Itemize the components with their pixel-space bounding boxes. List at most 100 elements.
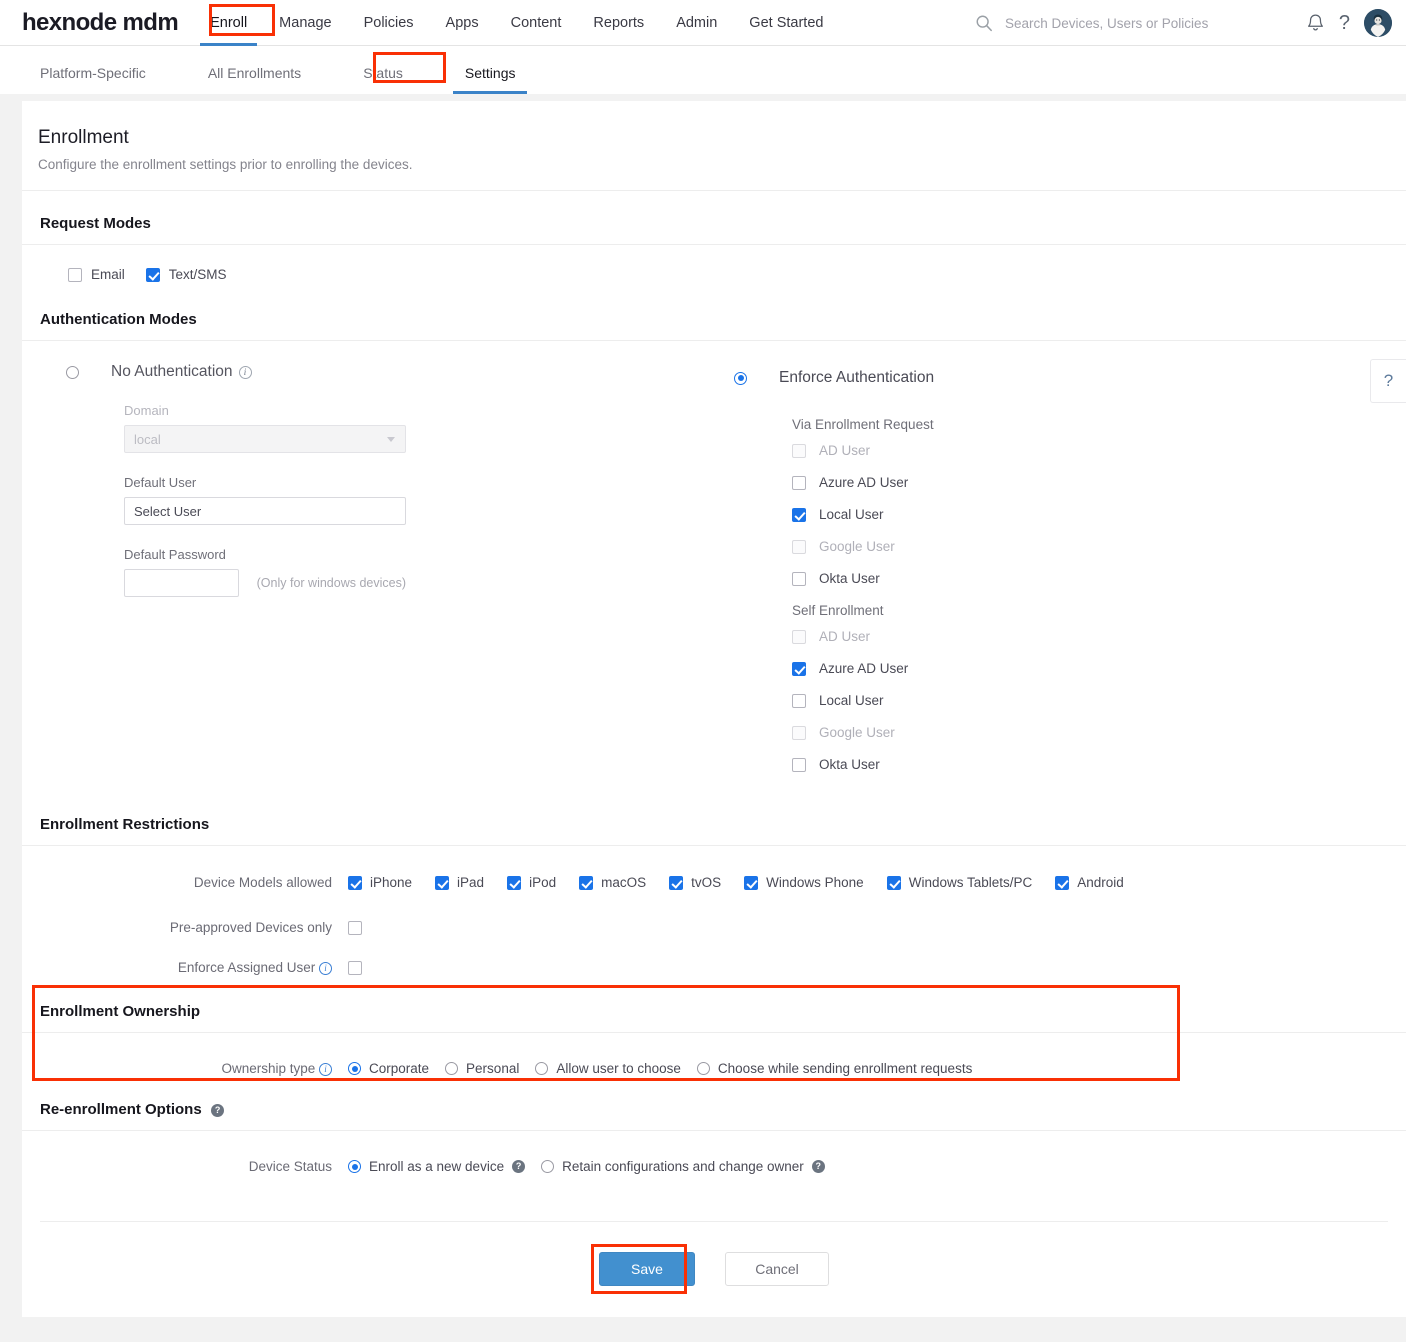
checkbox-self-google-user bbox=[792, 725, 806, 740]
default-password-field: Default Password (Only for windows devic… bbox=[124, 547, 406, 597]
device-model-ipod[interactable]: iPod bbox=[507, 875, 556, 890]
device-model-windows-phone[interactable]: Windows Phone bbox=[744, 875, 864, 890]
checkbox-via-okta-user[interactable] bbox=[792, 571, 806, 586]
device-model-ipad[interactable]: iPad bbox=[435, 875, 484, 890]
side-help-tab[interactable]: ? bbox=[1370, 359, 1406, 403]
via-okta-user-label: Okta User bbox=[819, 571, 880, 586]
nav-item-get-started[interactable]: Get Started bbox=[733, 0, 839, 46]
radio-choose-while-sending[interactable] bbox=[696, 1062, 710, 1075]
tab-status[interactable]: Status bbox=[351, 65, 415, 94]
radio-corporate[interactable] bbox=[348, 1062, 361, 1075]
self-azure-ad-user-row[interactable]: Azure AD User bbox=[792, 661, 1362, 676]
authentication-modes-grid: No Authentication i Domain local Default… bbox=[22, 341, 1406, 789]
request-mode-email[interactable]: Email bbox=[68, 267, 125, 282]
device-model-windows-tablets-pc[interactable]: Windows Tablets/PC bbox=[886, 875, 1032, 890]
nav-item-reports[interactable]: Reports bbox=[577, 0, 660, 46]
self-google-user-row[interactable]: Google User bbox=[792, 725, 1362, 740]
via-local-user-label: Local User bbox=[819, 507, 884, 522]
search-input[interactable] bbox=[1005, 15, 1255, 31]
radio-personal[interactable] bbox=[445, 1062, 459, 1075]
ownership-type-info-icon[interactable]: i bbox=[319, 1063, 332, 1076]
nav-item-manage[interactable]: Manage bbox=[263, 0, 347, 46]
device-model-iphone[interactable]: iPhone bbox=[348, 875, 412, 890]
radio-retain-configurations[interactable] bbox=[541, 1160, 555, 1173]
tab-all-enrollments[interactable]: All Enrollments bbox=[196, 65, 313, 94]
page-title: Enrollment bbox=[38, 127, 129, 148]
checkbox-macos[interactable] bbox=[579, 875, 594, 890]
checkbox-self-okta-user[interactable] bbox=[792, 757, 806, 772]
device-model-macos[interactable]: macOS bbox=[579, 875, 646, 890]
nav-item-content[interactable]: Content bbox=[495, 0, 578, 46]
ownership-option-choose-while-sending[interactable]: Choose while sending enrollment requests bbox=[696, 1061, 972, 1076]
enforce-authentication-header[interactable]: Enforce Authentication bbox=[734, 369, 1362, 387]
radio-allow-user-to-choose[interactable] bbox=[535, 1062, 549, 1075]
tab-platform-specific[interactable]: Platform-Specific bbox=[28, 65, 158, 94]
device-status-option-enroll-new[interactable]: Enroll as a new device ? bbox=[348, 1159, 526, 1174]
device-status-option-retain-config[interactable]: Retain configurations and change owner ? bbox=[541, 1159, 825, 1174]
via-ad-user-row[interactable]: AD User bbox=[792, 443, 1362, 458]
via-local-user-row[interactable]: Local User bbox=[792, 507, 1362, 522]
default-user-input[interactable]: Select User bbox=[124, 497, 406, 525]
checkbox-self-local-user[interactable] bbox=[792, 693, 806, 708]
device-status-options: Enroll as a new device ? Retain configur… bbox=[348, 1159, 841, 1174]
cancel-button[interactable]: Cancel bbox=[725, 1252, 829, 1286]
ownership-option-personal[interactable]: Personal bbox=[445, 1061, 519, 1076]
nav-item-policies[interactable]: Policies bbox=[348, 0, 430, 46]
enforce-assigned-user-row: Enforce Assigned User i bbox=[22, 935, 1406, 975]
no-authentication-header[interactable]: No Authentication i bbox=[66, 363, 722, 381]
retain-configurations-help-icon[interactable]: ? bbox=[811, 1160, 825, 1173]
ownership-option-corporate[interactable]: Corporate bbox=[348, 1061, 429, 1076]
enforce-assigned-user-info-icon[interactable]: i bbox=[319, 962, 332, 975]
authentication-modes-section: Authentication Modes No Authentication i… bbox=[22, 282, 1406, 789]
ownership-type-label: Ownership type bbox=[221, 1061, 316, 1076]
ownership-option-allow-user-to-choose[interactable]: Allow user to choose bbox=[535, 1061, 681, 1076]
nav-item-admin[interactable]: Admin bbox=[660, 0, 733, 46]
via-okta-user-row[interactable]: Okta User bbox=[792, 571, 1362, 586]
radio-enforce-authentication[interactable] bbox=[734, 371, 747, 385]
domain-select[interactable]: local bbox=[124, 425, 406, 453]
request-mode-text-sms[interactable]: Text/SMS bbox=[145, 267, 227, 282]
radio-no-authentication[interactable] bbox=[66, 365, 79, 379]
no-authentication-info-icon[interactable]: i bbox=[238, 365, 252, 379]
checkbox-ipad[interactable] bbox=[435, 875, 450, 890]
checkbox-enforce-assigned-user[interactable] bbox=[348, 960, 362, 975]
checkbox-tvos[interactable] bbox=[669, 875, 684, 890]
nav-item-enroll[interactable]: Enroll bbox=[194, 0, 263, 46]
radio-enroll-as-new-device[interactable] bbox=[348, 1160, 361, 1173]
enroll-as-new-device-help-icon[interactable]: ? bbox=[512, 1160, 526, 1173]
avatar[interactable] bbox=[1364, 9, 1392, 37]
checkbox-self-azure-ad-user[interactable] bbox=[792, 661, 806, 676]
self-okta-user-row[interactable]: Okta User bbox=[792, 757, 1362, 772]
checkbox-via-local-user[interactable] bbox=[792, 507, 806, 522]
via-azure-ad-user-label: Azure AD User bbox=[819, 475, 909, 490]
via-azure-ad-user-row[interactable]: Azure AD User bbox=[792, 475, 1362, 490]
device-model-tvos[interactable]: tvOS bbox=[669, 875, 721, 890]
checkbox-windows-phone[interactable] bbox=[744, 875, 759, 890]
checkbox-via-azure-ad-user[interactable] bbox=[792, 475, 806, 490]
enrollment-settings-card: Enrollment Configure the enrollment sett… bbox=[22, 101, 1406, 1317]
reenrollment-options-help-icon[interactable]: ? bbox=[211, 1104, 225, 1117]
global-search[interactable] bbox=[975, 8, 1275, 38]
device-model-ipad-label: iPad bbox=[457, 875, 485, 890]
domain-label: Domain bbox=[124, 403, 169, 418]
nav-item-apps[interactable]: Apps bbox=[430, 0, 495, 46]
checkbox-iphone[interactable] bbox=[348, 875, 362, 890]
device-model-android[interactable]: Android bbox=[1055, 875, 1124, 890]
self-local-user-row[interactable]: Local User bbox=[792, 693, 1362, 708]
via-google-user-row[interactable]: Google User bbox=[792, 539, 1362, 554]
notification-bell-icon[interactable] bbox=[1306, 13, 1325, 34]
checkbox-android[interactable] bbox=[1055, 875, 1070, 890]
help-question-icon[interactable]: ? bbox=[1339, 13, 1350, 33]
checkbox-ipod[interactable] bbox=[507, 875, 522, 890]
checkbox-pre-approved-devices[interactable] bbox=[348, 920, 362, 935]
checkbox-windows-tablets-pc[interactable] bbox=[886, 875, 901, 890]
save-button[interactable]: Save bbox=[599, 1252, 695, 1286]
domain-select-value: local bbox=[134, 431, 161, 447]
checkbox-text-sms[interactable] bbox=[145, 267, 160, 282]
default-password-input[interactable] bbox=[124, 569, 239, 597]
tab-settings[interactable]: Settings bbox=[452, 65, 528, 94]
device-models-label: Device Models allowed bbox=[193, 875, 332, 890]
checkbox-email[interactable] bbox=[68, 267, 82, 282]
self-azure-ad-user-label: Azure AD User bbox=[819, 661, 909, 676]
self-ad-user-row[interactable]: AD User bbox=[792, 629, 1362, 644]
